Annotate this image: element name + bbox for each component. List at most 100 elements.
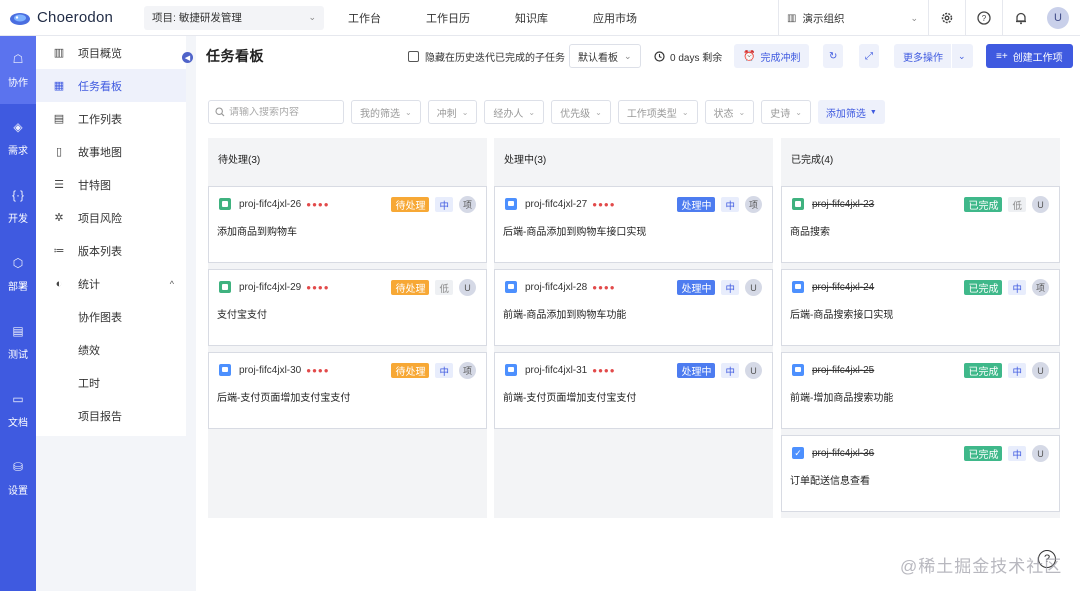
- rail-item-test[interactable]: ▤ 测试: [0, 308, 36, 376]
- issue-number[interactable]: proj-fifc4jxl-25: [812, 365, 874, 376]
- topnav-workbench[interactable]: 工作台: [348, 10, 381, 26]
- sidebar-item-storymap[interactable]: ▯ 故事地图: [36, 135, 186, 168]
- issue-number[interactable]: proj-fifc4jxl-31: [525, 365, 587, 376]
- question-icon: ?: [977, 11, 991, 25]
- topnav-market[interactable]: 应用市场: [593, 10, 637, 26]
- issue-number[interactable]: proj-fifc4jxl-28: [525, 282, 587, 293]
- issue-card[interactable]: proj-fifc4jxl-24 已完成中项 后端-商品搜索接口实现: [781, 269, 1060, 346]
- remaining-days: 0 days 剩余: [654, 44, 722, 68]
- issue-card[interactable]: proj-fifc4jxl-26 ●●●● 待处理中项 添加商品到购物车: [208, 186, 487, 263]
- dots-icon: ●●●●: [306, 365, 330, 375]
- issue-card[interactable]: proj-fifc4jxl-23 已完成低 U 商品搜索: [781, 186, 1060, 263]
- topnav-calendar[interactable]: 工作日历: [426, 10, 470, 26]
- issue-title: 前端-商品添加到购物车功能: [503, 310, 627, 321]
- logo[interactable]: Choerodon: [0, 9, 140, 26]
- left-rail: ☖ 协作 ◈ 需求 {·} 开发 ⬡ 部署 ▤ 测试 ▭ 文档 ⛁ 设置: [0, 36, 36, 591]
- filter-status[interactable]: 状态 ⌄: [704, 100, 755, 124]
- svg-text:?: ?: [982, 14, 987, 23]
- assignee-avatar: U: [1032, 362, 1049, 379]
- issue-number[interactable]: proj-fifc4jxl-23: [812, 199, 874, 210]
- collab-icon: ☖: [12, 51, 24, 66]
- help-button[interactable]: ?: [965, 0, 1002, 36]
- search-box[interactable]: [208, 100, 344, 124]
- project-select[interactable]: 项目: 敏捷研发管理 ⌄: [144, 5, 324, 30]
- priority-badge: 中: [1008, 446, 1026, 461]
- sidebar-item-gantt[interactable]: ☰ 甘特图: [36, 168, 186, 201]
- chevron-down-icon: ⌄: [405, 107, 412, 117]
- chevron-left-icon: ◀: [184, 54, 191, 62]
- rail-item-requirement[interactable]: ◈ 需求: [0, 104, 36, 172]
- priority-badge: 低: [435, 280, 453, 295]
- pie-icon: ◐: [55, 277, 63, 290]
- sidebar-subitem-report[interactable]: 项目报告: [36, 399, 186, 432]
- rail-item-doc[interactable]: ▭ 文档: [0, 376, 36, 444]
- sidebar-item-board[interactable]: ▦ 任务看板: [36, 69, 186, 102]
- column-title: 待处理(3): [218, 154, 261, 166]
- filter-assignee[interactable]: 经办人 ⌄: [484, 100, 545, 124]
- priority-badge: 中: [721, 280, 739, 295]
- issue-number[interactable]: proj-fifc4jxl-36: [812, 448, 874, 459]
- topnav-knowledge[interactable]: 知识库: [515, 10, 548, 26]
- sidebar-collapse-button[interactable]: ◀: [182, 52, 193, 63]
- filter-label: 冲刺: [436, 108, 457, 120]
- issue-card[interactable]: proj-fifc4jxl-28 ●●●● 处理中中 U 前端-商品添加到购物车功能: [494, 269, 773, 346]
- filter-epic[interactable]: 史诗 ⌄: [761, 100, 811, 124]
- notification-button[interactable]: [1002, 0, 1039, 36]
- sidebar-item-worklist[interactable]: ▤ 工作列表: [36, 102, 186, 135]
- create-issue-button[interactable]: ≡+ 创建工作项: [986, 44, 1073, 68]
- issue-card[interactable]: proj-fifc4jxl-29 ●●●● 待处理低 U 支付宝支付: [208, 269, 487, 346]
- code-icon: {·}: [11, 187, 24, 202]
- assignee-avatar: U: [1032, 196, 1049, 213]
- issue-title: 商品搜索: [790, 227, 830, 238]
- doc-icon: ▭: [12, 391, 24, 406]
- issue-number[interactable]: proj-fifc4jxl-27: [525, 199, 587, 210]
- issue-card[interactable]: proj-fifc4jxl-25 已完成中 U 前端-增加商品搜索功能: [781, 352, 1060, 429]
- complete-sprint-label: 完成冲刺: [760, 52, 801, 64]
- complete-sprint-button[interactable]: ⏰ 完成冲刺: [734, 44, 810, 68]
- issue-title: 后端-商品搜索接口实现: [790, 310, 894, 321]
- filter-priority[interactable]: 优先级 ⌄: [551, 100, 611, 124]
- filter-sprint[interactable]: 冲刺 ⌄: [427, 100, 478, 124]
- rail-item-settings[interactable]: ⛁ 设置: [0, 444, 36, 512]
- filter-my[interactable]: 我的筛选 ⌄: [351, 100, 421, 124]
- search-input[interactable]: [229, 106, 339, 118]
- gear-icon: [941, 12, 953, 24]
- sidebar-subitem-performance[interactable]: 绩效: [36, 333, 186, 366]
- add-filter-button[interactable]: 添加筛选 ▼: [817, 100, 885, 124]
- sidebar-item-stats[interactable]: ◐ 统计 ^: [36, 267, 186, 300]
- board-select[interactable]: 默认看板 ⌄: [569, 44, 641, 68]
- sidebar-subitem-collab-chart[interactable]: 协作图表: [36, 300, 186, 333]
- hide-subtasks-checkbox[interactable]: 隐藏在历史迭代已完成的子任务: [408, 44, 565, 68]
- issue-number[interactable]: proj-fifc4jxl-30: [239, 365, 301, 376]
- status-badge: 待处理: [391, 280, 430, 295]
- sidebar-item-overview[interactable]: ▥ 项目概览: [36, 36, 186, 69]
- more-actions-button[interactable]: 更多操作 ⌄: [894, 44, 973, 68]
- dots-icon: ●●●●: [306, 282, 330, 292]
- settings-button[interactable]: [928, 0, 965, 36]
- list-icon: ▤: [53, 113, 65, 125]
- issue-card[interactable]: proj-fifc4jxl-31 ●●●● 处理中中 U 前端-支付页面增加支付宝支…: [494, 352, 773, 429]
- org-select[interactable]: ▥ 演示组织 ⌄: [778, 0, 928, 36]
- issue-number[interactable]: proj-fifc4jxl-26: [239, 199, 301, 210]
- dots-icon: ●●●●: [306, 199, 330, 209]
- issue-number[interactable]: proj-fifc4jxl-29: [239, 282, 301, 293]
- issue-number[interactable]: proj-fifc4jxl-24: [812, 282, 874, 293]
- story-icon: [792, 198, 804, 210]
- task-icon: [792, 364, 804, 376]
- fullscreen-button[interactable]: ⤢: [859, 44, 879, 68]
- issue-card[interactable]: ✓ proj-fifc4jxl-36 已完成中 U 订单配送信息查看: [781, 435, 1060, 512]
- issue-card[interactable]: proj-fifc4jxl-27 ●●●● 处理中中项 后端-商品添加到购物车接口…: [494, 186, 773, 263]
- building-icon: ▥: [787, 12, 797, 24]
- rail-item-deploy[interactable]: ⬡ 部署: [0, 240, 36, 308]
- refresh-button[interactable]: ↻: [823, 44, 844, 68]
- filter-issue-type[interactable]: 工作项类型 ⌄: [617, 100, 698, 124]
- rail-item-collab[interactable]: ☖ 协作: [0, 36, 36, 104]
- sidebar-item-risk[interactable]: ✲ 项目风险: [36, 201, 186, 234]
- issue-card[interactable]: proj-fifc4jxl-30 ●●●● 待处理中项 后端-支付页面增加支付宝支…: [208, 352, 487, 429]
- sidebar: ▥ 项目概览 ▦ 任务看板 ▤ 工作列表 ▯ 故事地图 ☰ 甘特图 ✲ 项目风险…: [36, 36, 186, 436]
- sidebar-subitem-worktime[interactable]: 工时: [36, 366, 186, 399]
- sidebar-item-versions[interactable]: ≔ 版本列表: [36, 234, 186, 267]
- rail-item-develop[interactable]: {·} 开发: [0, 172, 36, 240]
- user-avatar[interactable]: U: [1047, 7, 1069, 29]
- add-filter-label: 添加筛选: [825, 108, 866, 120]
